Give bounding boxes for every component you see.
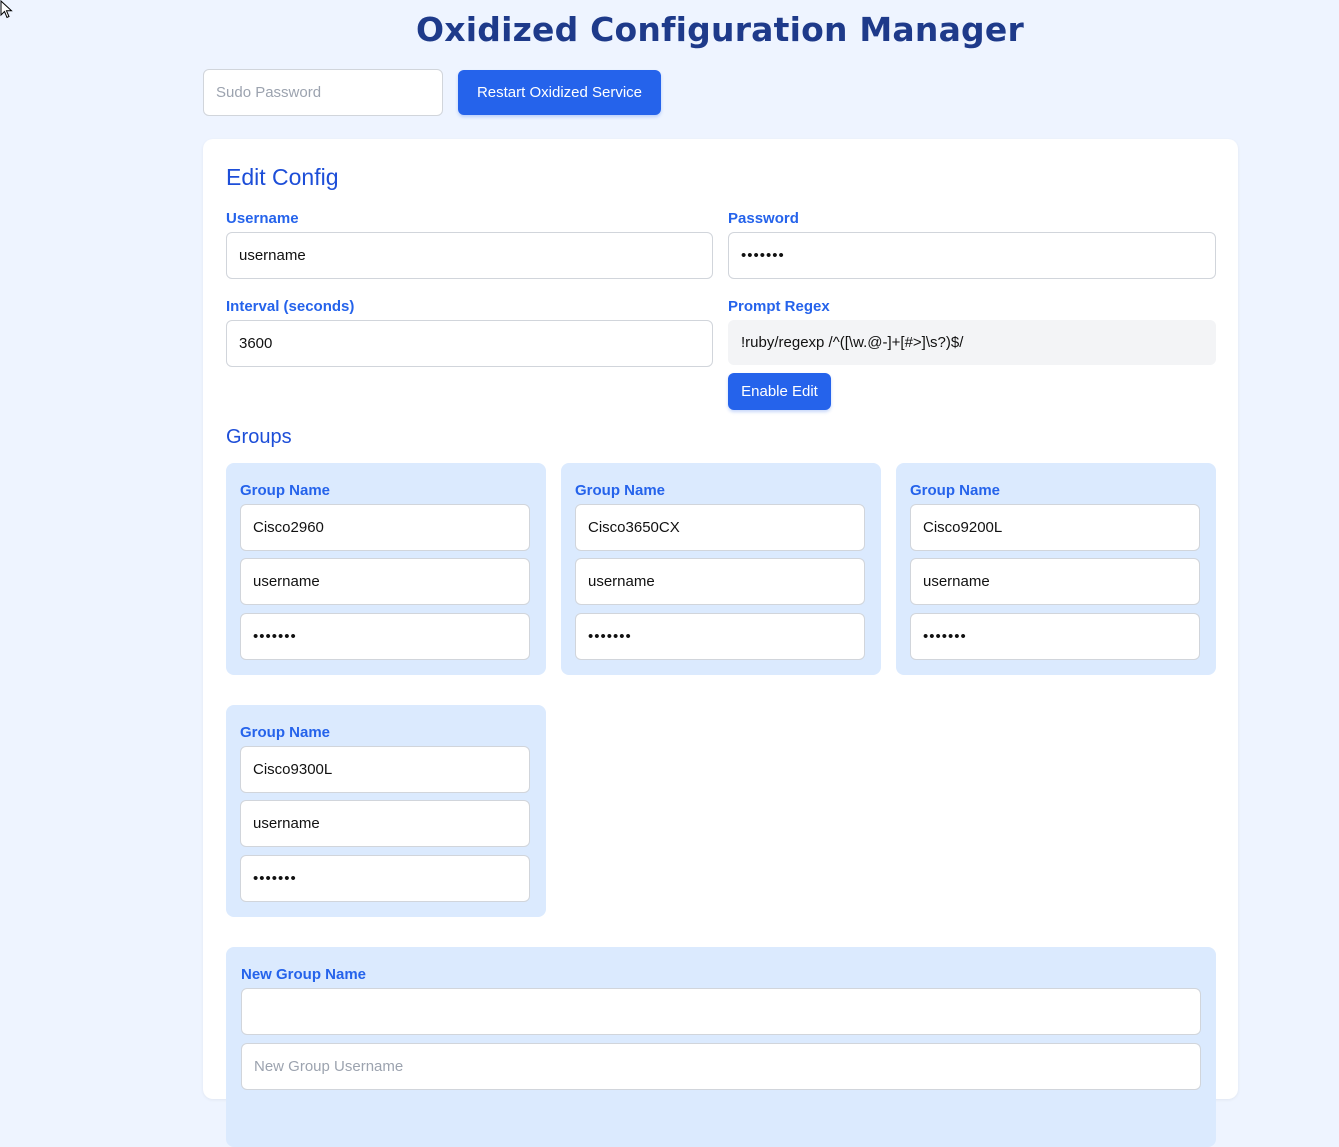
new-group-card: New Group Name (226, 947, 1216, 1147)
password-input[interactable] (728, 232, 1216, 279)
password-label: Password (728, 210, 799, 227)
group-password-input[interactable] (240, 855, 530, 902)
group-password-input[interactable] (575, 613, 865, 660)
group-username-input[interactable] (910, 558, 1200, 605)
group-card: Group Name (896, 463, 1216, 675)
interval-input[interactable] (226, 320, 713, 367)
group-username-input[interactable] (240, 800, 530, 847)
prompt-regex-label: Prompt Regex (728, 298, 830, 315)
group-password-input[interactable] (240, 613, 530, 660)
new-group-name-label: New Group Name (241, 966, 367, 983)
edit-config-heading: Edit Config (226, 164, 339, 190)
group-name-input[interactable] (240, 504, 530, 551)
enable-edit-button[interactable]: Enable Edit (728, 373, 831, 410)
group-card: Group Name (226, 705, 546, 917)
group-username-input[interactable] (575, 558, 865, 605)
group-name-label: Group Name (240, 482, 331, 499)
group-password-input[interactable] (910, 613, 1200, 660)
prompt-regex-input[interactable] (728, 320, 1216, 365)
page-title: Oxidized Configuration Manager (416, 10, 1024, 49)
group-username-input[interactable] (240, 558, 530, 605)
groups-heading: Groups (226, 426, 292, 448)
new-group-name-input[interactable] (241, 988, 1201, 1035)
group-card: Group Name (561, 463, 881, 675)
restart-service-button[interactable]: Restart Oxidized Service (458, 70, 661, 115)
group-card: Group Name (226, 463, 546, 675)
username-label: Username (226, 210, 299, 227)
username-input[interactable] (226, 232, 713, 279)
group-name-input[interactable] (910, 504, 1200, 551)
edit-config-card: Edit Config Username Password Interval (… (203, 139, 1238, 1147)
group-name-label: Group Name (240, 724, 331, 741)
group-name-label: Group Name (910, 482, 1001, 499)
sudo-password-input[interactable] (203, 69, 443, 116)
new-group-username-input[interactable] (241, 1043, 1201, 1090)
group-name-input[interactable] (575, 504, 865, 551)
group-name-label: Group Name (575, 482, 666, 499)
top-toolbar: Restart Oxidized Service (203, 69, 661, 116)
group-name-input[interactable] (240, 746, 530, 793)
interval-label: Interval (seconds) (226, 298, 355, 315)
